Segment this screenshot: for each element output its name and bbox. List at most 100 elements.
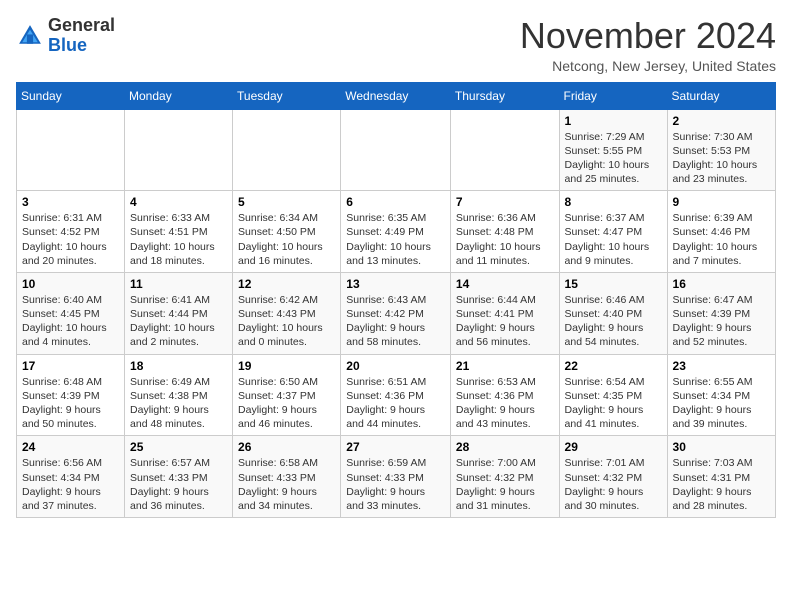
day-info: Sunrise: 7:01 AM Sunset: 4:32 PM Dayligh… <box>565 456 662 513</box>
month-title: November 2024 <box>520 16 776 56</box>
day-info: Sunrise: 7:03 AM Sunset: 4:31 PM Dayligh… <box>673 456 770 513</box>
calendar-cell: 6 Sunrise: 6:35 AM Sunset: 4:49 PM Daylig… <box>341 191 451 273</box>
calendar-body: 1 Sunrise: 7:29 AM Sunset: 5:55 PM Daylig… <box>17 109 776 517</box>
day-info: Sunrise: 6:44 AM Sunset: 4:41 PM Dayligh… <box>456 293 554 350</box>
day-number: 21 <box>456 359 554 373</box>
weekday-header-saturday: Saturday <box>667 82 775 109</box>
weekday-header-wednesday: Wednesday <box>341 82 451 109</box>
day-info: Sunrise: 6:58 AM Sunset: 4:33 PM Dayligh… <box>238 456 335 513</box>
logo-general-text: General <box>48 15 115 35</box>
day-number: 3 <box>22 195 119 209</box>
logo-icon <box>16 22 44 50</box>
weekday-header-thursday: Thursday <box>450 82 559 109</box>
day-number: 25 <box>130 440 227 454</box>
day-info: Sunrise: 6:53 AM Sunset: 4:36 PM Dayligh… <box>456 375 554 432</box>
day-number: 4 <box>130 195 227 209</box>
calendar-cell: 22 Sunrise: 6:54 AM Sunset: 4:35 PM Dayli… <box>559 354 667 436</box>
day-info: Sunrise: 6:47 AM Sunset: 4:39 PM Dayligh… <box>673 293 770 350</box>
day-info: Sunrise: 6:55 AM Sunset: 4:34 PM Dayligh… <box>673 375 770 432</box>
logo: General Blue <box>16 16 115 56</box>
title-area: November 2024 Netcong, New Jersey, Unite… <box>520 16 776 74</box>
day-number: 1 <box>565 114 662 128</box>
day-info: Sunrise: 6:34 AM Sunset: 4:50 PM Dayligh… <box>238 211 335 268</box>
calendar-cell: 16 Sunrise: 6:47 AM Sunset: 4:39 PM Dayli… <box>667 272 775 354</box>
calendar-cell: 17Sunrise: 6:48 AM Sunset: 4:39 PM Dayli… <box>17 354 125 436</box>
day-info: Sunrise: 7:30 AM Sunset: 5:53 PM Dayligh… <box>673 130 770 187</box>
day-number: 15 <box>565 277 662 291</box>
day-info: Sunrise: 7:00 AM Sunset: 4:32 PM Dayligh… <box>456 456 554 513</box>
calendar-cell <box>233 109 341 191</box>
day-info: Sunrise: 6:31 AM Sunset: 4:52 PM Dayligh… <box>22 211 119 268</box>
weekday-header-monday: Monday <box>125 82 233 109</box>
day-number: 20 <box>346 359 445 373</box>
calendar-cell: 9Sunrise: 6:39 AM Sunset: 4:46 PM Daylig… <box>667 191 775 273</box>
day-number: 5 <box>238 195 335 209</box>
day-info: Sunrise: 6:51 AM Sunset: 4:36 PM Dayligh… <box>346 375 445 432</box>
calendar-cell: 13 Sunrise: 6:43 AM Sunset: 4:42 PM Dayli… <box>341 272 451 354</box>
week-row-4: 17Sunrise: 6:48 AM Sunset: 4:39 PM Dayli… <box>17 354 776 436</box>
calendar-cell: 1 Sunrise: 7:29 AM Sunset: 5:55 PM Daylig… <box>559 109 667 191</box>
day-number: 8 <box>565 195 662 209</box>
day-info: Sunrise: 6:33 AM Sunset: 4:51 PM Dayligh… <box>130 211 227 268</box>
day-number: 18 <box>130 359 227 373</box>
day-info: Sunrise: 6:54 AM Sunset: 4:35 PM Dayligh… <box>565 375 662 432</box>
logo-text: General Blue <box>48 16 115 56</box>
week-row-3: 10 Sunrise: 6:40 AM Sunset: 4:45 PM Dayli… <box>17 272 776 354</box>
day-info: Sunrise: 6:50 AM Sunset: 4:37 PM Dayligh… <box>238 375 335 432</box>
logo-blue-text: Blue <box>48 35 87 55</box>
weekday-header-row: SundayMondayTuesdayWednesdayThursdayFrid… <box>17 82 776 109</box>
calendar-cell: 26 Sunrise: 6:58 AM Sunset: 4:33 PM Dayli… <box>233 436 341 518</box>
day-info: Sunrise: 6:48 AM Sunset: 4:39 PM Dayligh… <box>22 375 119 432</box>
week-row-2: 3 Sunrise: 6:31 AM Sunset: 4:52 PM Daylig… <box>17 191 776 273</box>
weekday-header-sunday: Sunday <box>17 82 125 109</box>
day-number: 16 <box>673 277 770 291</box>
calendar-cell: 27Sunrise: 6:59 AM Sunset: 4:33 PM Dayli… <box>341 436 451 518</box>
calendar-cell: 19 Sunrise: 6:50 AM Sunset: 4:37 PM Dayli… <box>233 354 341 436</box>
day-info: Sunrise: 6:40 AM Sunset: 4:45 PM Dayligh… <box>22 293 119 350</box>
calendar-cell: 7Sunrise: 6:36 AM Sunset: 4:48 PM Daylig… <box>450 191 559 273</box>
day-number: 9 <box>673 195 770 209</box>
day-number: 27 <box>346 440 445 454</box>
calendar-cell: 5 Sunrise: 6:34 AM Sunset: 4:50 PM Daylig… <box>233 191 341 273</box>
header: General Blue November 2024 Netcong, New … <box>16 16 776 74</box>
day-info: Sunrise: 6:56 AM Sunset: 4:34 PM Dayligh… <box>22 456 119 513</box>
day-number: 29 <box>565 440 662 454</box>
day-number: 11 <box>130 277 227 291</box>
calendar-cell: 23 Sunrise: 6:55 AM Sunset: 4:34 PM Dayli… <box>667 354 775 436</box>
calendar-cell: 12Sunrise: 6:42 AM Sunset: 4:43 PM Dayli… <box>233 272 341 354</box>
calendar-header: SundayMondayTuesdayWednesdayThursdayFrid… <box>17 82 776 109</box>
calendar-cell: 15Sunrise: 6:46 AM Sunset: 4:40 PM Dayli… <box>559 272 667 354</box>
calendar-cell <box>125 109 233 191</box>
calendar-cell: 20 Sunrise: 6:51 AM Sunset: 4:36 PM Dayli… <box>341 354 451 436</box>
day-number: 10 <box>22 277 119 291</box>
weekday-header-friday: Friday <box>559 82 667 109</box>
week-row-5: 24Sunrise: 6:56 AM Sunset: 4:34 PM Dayli… <box>17 436 776 518</box>
calendar-cell: 24Sunrise: 6:56 AM Sunset: 4:34 PM Dayli… <box>17 436 125 518</box>
day-number: 26 <box>238 440 335 454</box>
calendar-cell: 28Sunrise: 7:00 AM Sunset: 4:32 PM Dayli… <box>450 436 559 518</box>
day-info: Sunrise: 6:36 AM Sunset: 4:48 PM Dayligh… <box>456 211 554 268</box>
day-info: Sunrise: 6:49 AM Sunset: 4:38 PM Dayligh… <box>130 375 227 432</box>
weekday-header-tuesday: Tuesday <box>233 82 341 109</box>
day-number: 19 <box>238 359 335 373</box>
day-info: Sunrise: 6:43 AM Sunset: 4:42 PM Dayligh… <box>346 293 445 350</box>
day-info: Sunrise: 7:29 AM Sunset: 5:55 PM Dayligh… <box>565 130 662 187</box>
calendar-cell: 30 Sunrise: 7:03 AM Sunset: 4:31 PM Dayli… <box>667 436 775 518</box>
day-number: 23 <box>673 359 770 373</box>
day-info: Sunrise: 6:42 AM Sunset: 4:43 PM Dayligh… <box>238 293 335 350</box>
calendar-cell: 21 Sunrise: 6:53 AM Sunset: 4:36 PM Dayli… <box>450 354 559 436</box>
day-info: Sunrise: 6:35 AM Sunset: 4:49 PM Dayligh… <box>346 211 445 268</box>
calendar-cell: 18 Sunrise: 6:49 AM Sunset: 4:38 PM Dayli… <box>125 354 233 436</box>
calendar-cell: 2Sunrise: 7:30 AM Sunset: 5:53 PM Daylig… <box>667 109 775 191</box>
day-number: 6 <box>346 195 445 209</box>
day-number: 30 <box>673 440 770 454</box>
day-number: 22 <box>565 359 662 373</box>
day-info: Sunrise: 6:37 AM Sunset: 4:47 PM Dayligh… <box>565 211 662 268</box>
calendar-cell: 29 Sunrise: 7:01 AM Sunset: 4:32 PM Dayli… <box>559 436 667 518</box>
day-number: 13 <box>346 277 445 291</box>
calendar-cell <box>341 109 451 191</box>
calendar-cell: 3 Sunrise: 6:31 AM Sunset: 4:52 PM Daylig… <box>17 191 125 273</box>
location-subtitle: Netcong, New Jersey, United States <box>520 58 776 74</box>
calendar-cell <box>17 109 125 191</box>
day-number: 14 <box>456 277 554 291</box>
